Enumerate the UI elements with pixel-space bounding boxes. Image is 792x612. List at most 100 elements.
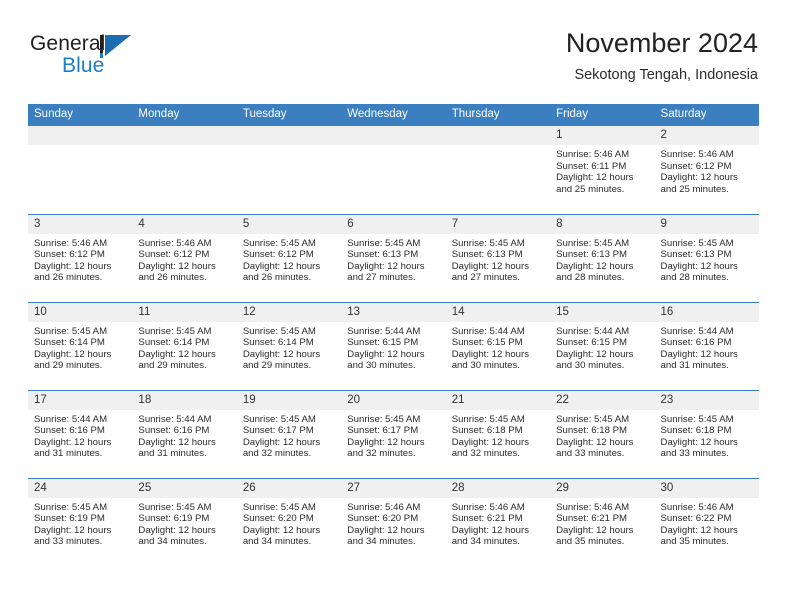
sunrise-text: Sunrise: 5:44 AM bbox=[451, 325, 525, 337]
calendar-day-cell-empty bbox=[341, 126, 446, 214]
daylight-text-line2: and 28 minutes. bbox=[660, 272, 729, 284]
daylight-text-line1: Daylight: 12 hours bbox=[242, 524, 321, 536]
day-number: 23 bbox=[654, 390, 759, 410]
calendar-day-cell[interactable]: 6 Sunrise: 5:45 AM Sunset: 6:13 PM Daylight… bbox=[341, 213, 446, 302]
day-number bbox=[132, 126, 237, 145]
calendar-day-cell[interactable]: 1 Sunrise: 5:46 AM Sunset: 6:11 PM Daylight… bbox=[550, 126, 655, 214]
sunset-text: Sunset: 6:18 PM bbox=[660, 425, 732, 437]
sunrise-text: Sunrise: 5:46 AM bbox=[660, 501, 734, 513]
calendar-week-row: 10 Sunrise: 5:45 AM Sunset: 6:14 PM Dayligh… bbox=[28, 301, 759, 390]
calendar-day-cell[interactable]: 9 Sunrise: 5:45 AM Sunset: 6:13 PM Daylight… bbox=[654, 213, 759, 302]
calendar-day-cell[interactable]: 7 Sunrise: 5:45 AM Sunset: 6:13 PM Daylight… bbox=[445, 213, 551, 302]
sunrise-text: Sunrise: 5:46 AM bbox=[451, 501, 525, 513]
day-details: Sunrise: 5:45 AM Sunset: 6:17 PM Daylight:… bbox=[341, 410, 445, 460]
day-number: 7 bbox=[445, 214, 551, 234]
sunrise-text: Sunrise: 5:45 AM bbox=[347, 413, 421, 425]
day-number bbox=[236, 126, 342, 145]
calendar-day-cell[interactable]: 19 Sunrise: 5:45 AM Sunset: 6:17 PM Dayligh… bbox=[236, 389, 342, 478]
day-details: Sunrise: 5:44 AM Sunset: 6:16 PM Daylight:… bbox=[132, 410, 236, 460]
day-details: Sunrise: 5:46 AM Sunset: 6:22 PM Daylight:… bbox=[655, 498, 759, 548]
day-number: 13 bbox=[341, 302, 446, 322]
daylight-text-line1: Daylight: 12 hours bbox=[451, 260, 530, 272]
calendar-day-cell[interactable]: 24 Sunrise: 5:45 AM Sunset: 6:19 PM Dayligh… bbox=[28, 477, 133, 566]
sunrise-text: Sunrise: 5:46 AM bbox=[660, 149, 734, 160]
calendar-day-cell[interactable]: 25 Sunrise: 5:45 AM Sunset: 6:19 PM Dayligh… bbox=[132, 477, 237, 566]
day-number: 10 bbox=[28, 302, 133, 322]
calendar-day-cell[interactable]: 17 Sunrise: 5:44 AM Sunset: 6:16 PM Dayligh… bbox=[28, 389, 133, 478]
day-number: 11 bbox=[132, 302, 237, 322]
sunrise-text: Sunrise: 5:45 AM bbox=[347, 237, 421, 249]
sunset-text: Sunset: 6:17 PM bbox=[347, 425, 419, 437]
triangle-flag-icon bbox=[100, 35, 132, 58]
day-details: Sunrise: 5:44 AM Sunset: 6:15 PM Daylight:… bbox=[446, 322, 550, 372]
sunset-text: Sunset: 6:13 PM bbox=[347, 249, 419, 261]
calendar-day-cell[interactable]: 21 Sunrise: 5:45 AM Sunset: 6:18 PM Dayligh… bbox=[445, 389, 551, 478]
calendar-day-cell[interactable]: 27 Sunrise: 5:46 AM Sunset: 6:20 PM Dayligh… bbox=[341, 477, 446, 566]
day-details: Sunrise: 5:45 AM Sunset: 6:18 PM Daylight:… bbox=[550, 410, 654, 460]
calendar-day-cell[interactable]: 26 Sunrise: 5:45 AM Sunset: 6:20 PM Dayligh… bbox=[236, 477, 342, 566]
day-details: Sunrise: 5:45 AM Sunset: 6:13 PM Daylight:… bbox=[550, 234, 654, 284]
calendar-day-cell[interactable]: 12 Sunrise: 5:45 AM Sunset: 6:14 PM Dayligh… bbox=[236, 301, 342, 390]
day-details: Sunrise: 5:46 AM Sunset: 6:12 PM Daylight:… bbox=[132, 234, 236, 284]
calendar-day-cell[interactable]: 5 Sunrise: 5:45 AM Sunset: 6:12 PM Daylight… bbox=[236, 213, 342, 302]
daylight-text-line1: Daylight: 12 hours bbox=[242, 436, 321, 448]
calendar-day-cell[interactable]: 28 Sunrise: 5:46 AM Sunset: 6:21 PM Dayligh… bbox=[445, 477, 551, 566]
calendar-day-cell[interactable]: 14 Sunrise: 5:44 AM Sunset: 6:15 PM Dayligh… bbox=[445, 301, 551, 390]
calendar-day-cell[interactable]: 8 Sunrise: 5:45 AM Sunset: 6:13 PM Daylight… bbox=[550, 213, 655, 302]
sunset-text: Sunset: 6:18 PM bbox=[451, 425, 523, 437]
sunset-text: Sunset: 6:17 PM bbox=[242, 425, 314, 437]
daylight-text-line1: Daylight: 12 hours bbox=[451, 348, 530, 360]
daylight-text-line1: Daylight: 12 hours bbox=[451, 524, 530, 536]
calendar-day-cell[interactable]: 13 Sunrise: 5:44 AM Sunset: 6:15 PM Dayligh… bbox=[341, 301, 446, 390]
calendar-day-cell[interactable]: 4 Sunrise: 5:46 AM Sunset: 6:12 PM Daylight… bbox=[132, 213, 237, 302]
daylight-text-line2: and 34 minutes. bbox=[138, 536, 207, 548]
day-number: 12 bbox=[236, 302, 342, 322]
brand-logo[interactable]: General Blue bbox=[28, 32, 228, 88]
calendar-body: 1 Sunrise: 5:46 AM Sunset: 6:11 PM Daylight… bbox=[28, 126, 759, 566]
daylight-text-line2: and 34 minutes. bbox=[347, 536, 416, 548]
day-number: 18 bbox=[132, 390, 237, 410]
daylight-text-line2: and 27 minutes. bbox=[451, 272, 520, 284]
daylight-text-line1: Daylight: 12 hours bbox=[660, 436, 738, 448]
flag-triangle-shape bbox=[105, 35, 131, 56]
sunset-text: Sunset: 6:14 PM bbox=[138, 337, 210, 349]
calendar-day-cell[interactable]: 16 Sunrise: 5:44 AM Sunset: 6:16 PM Dayligh… bbox=[654, 301, 759, 390]
daylight-text-line1: Daylight: 12 hours bbox=[34, 348, 112, 360]
weekday-header-thursday: Thursday bbox=[445, 104, 551, 126]
day-details: Sunrise: 5:45 AM Sunset: 6:18 PM Daylight:… bbox=[446, 410, 550, 460]
calendar-day-cell[interactable]: 22 Sunrise: 5:45 AM Sunset: 6:18 PM Dayligh… bbox=[550, 389, 655, 478]
sunrise-text: Sunrise: 5:46 AM bbox=[34, 237, 108, 249]
weekday-header-sunday: Sunday bbox=[28, 104, 133, 126]
daylight-text-line1: Daylight: 12 hours bbox=[556, 172, 634, 184]
sunrise-text: Sunrise: 5:45 AM bbox=[138, 501, 212, 513]
calendar-day-cell[interactable]: 20 Sunrise: 5:45 AM Sunset: 6:17 PM Dayligh… bbox=[341, 389, 446, 478]
day-details: Sunrise: 5:45 AM Sunset: 6:19 PM Daylight:… bbox=[28, 498, 132, 548]
calendar-table: Sunday Monday Tuesday Wednesday Thursday… bbox=[28, 104, 759, 566]
calendar-day-cell[interactable]: 10 Sunrise: 5:45 AM Sunset: 6:14 PM Dayligh… bbox=[28, 301, 133, 390]
daylight-text-line2: and 33 minutes. bbox=[34, 536, 103, 548]
daylight-text-line1: Daylight: 12 hours bbox=[660, 348, 738, 360]
daylight-text-line2: and 30 minutes. bbox=[556, 360, 625, 372]
calendar-day-cell[interactable]: 2 Sunrise: 5:46 AM Sunset: 6:12 PM Daylight… bbox=[654, 126, 759, 214]
calendar-week-row: 17 Sunrise: 5:44 AM Sunset: 6:16 PM Dayligh… bbox=[28, 389, 759, 478]
daylight-text-line1: Daylight: 12 hours bbox=[556, 524, 634, 536]
daylight-text-line2: and 33 minutes. bbox=[660, 448, 729, 460]
sunrise-text: Sunrise: 5:46 AM bbox=[138, 237, 212, 249]
calendar-day-cell[interactable]: 30 Sunrise: 5:46 AM Sunset: 6:22 PM Dayligh… bbox=[654, 477, 759, 566]
day-number bbox=[341, 126, 446, 145]
sunrise-text: Sunrise: 5:45 AM bbox=[242, 237, 316, 249]
daylight-text-line1: Daylight: 12 hours bbox=[34, 524, 112, 536]
calendar-day-cell[interactable]: 15 Sunrise: 5:44 AM Sunset: 6:15 PM Dayligh… bbox=[550, 301, 655, 390]
daylight-text-line1: Daylight: 12 hours bbox=[242, 260, 321, 272]
daylight-text-line2: and 33 minutes. bbox=[556, 448, 625, 460]
calendar-day-cell[interactable]: 18 Sunrise: 5:44 AM Sunset: 6:16 PM Dayligh… bbox=[132, 389, 237, 478]
sunset-text: Sunset: 6:12 PM bbox=[660, 160, 732, 172]
sunset-text: Sunset: 6:20 PM bbox=[347, 513, 419, 525]
location-subtitle: Sekotong Tengah, Indonesia bbox=[574, 67, 758, 83]
calendar-day-cell[interactable]: 11 Sunrise: 5:45 AM Sunset: 6:14 PM Dayligh… bbox=[132, 301, 237, 390]
calendar-day-cell[interactable]: 23 Sunrise: 5:45 AM Sunset: 6:18 PM Dayligh… bbox=[654, 389, 759, 478]
day-details: Sunrise: 5:44 AM Sunset: 6:15 PM Daylight:… bbox=[341, 322, 445, 372]
daylight-text-line1: Daylight: 12 hours bbox=[556, 260, 634, 272]
calendar-day-cell[interactable]: 3 Sunrise: 5:46 AM Sunset: 6:12 PM Daylight… bbox=[28, 213, 133, 302]
calendar-day-cell[interactable]: 29 Sunrise: 5:46 AM Sunset: 6:21 PM Dayligh… bbox=[550, 477, 655, 566]
